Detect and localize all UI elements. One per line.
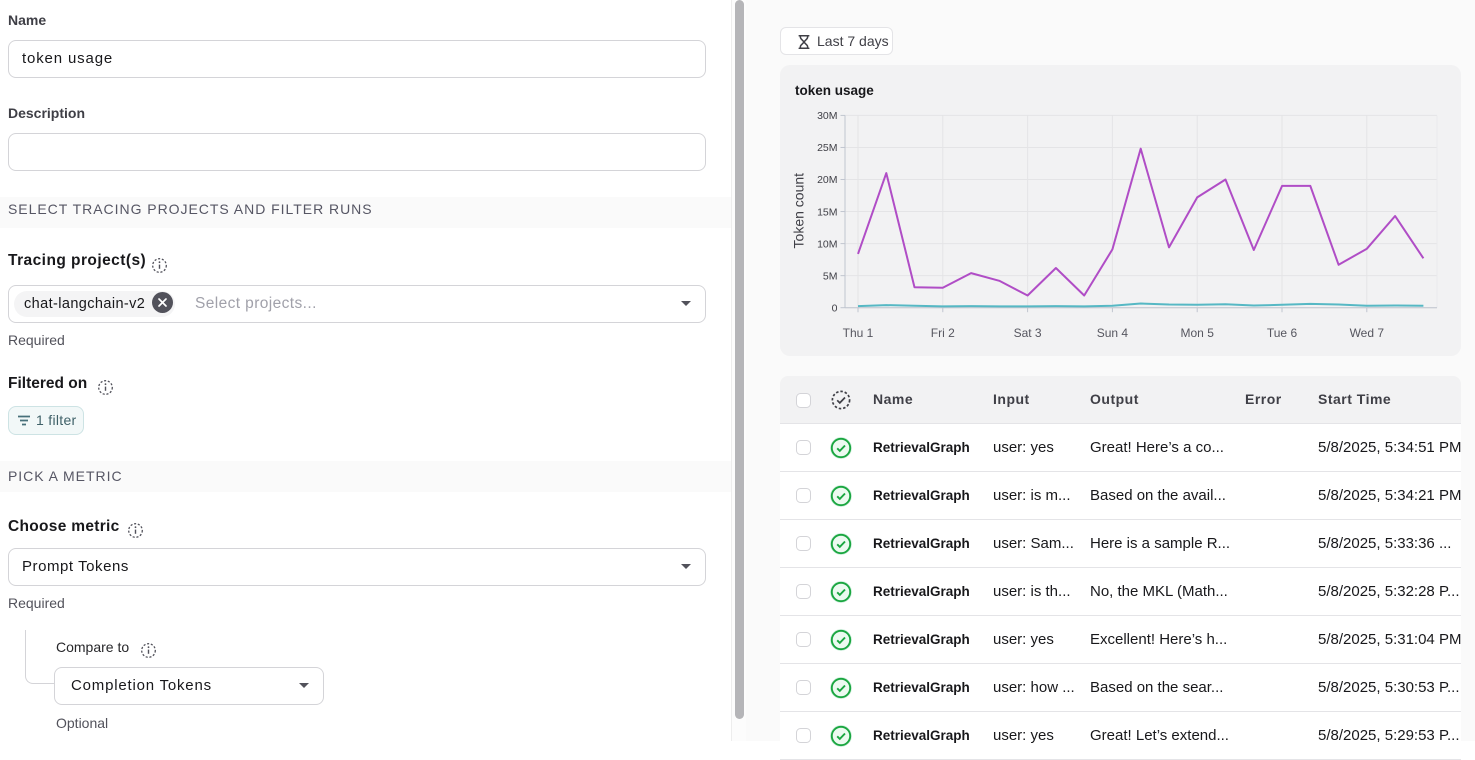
svg-text:15M: 15M	[817, 206, 837, 218]
svg-text:Thu 1: Thu 1	[843, 326, 874, 340]
svg-text:10M: 10M	[817, 238, 837, 250]
svg-text:0: 0	[832, 302, 838, 314]
svg-text:Fri 2: Fri 2	[931, 326, 955, 340]
svg-text:Sat 3: Sat 3	[1014, 326, 1042, 340]
svg-text:Tue 6: Tue 6	[1267, 326, 1298, 340]
svg-text:Wed 7: Wed 7	[1350, 326, 1385, 340]
svg-text:25M: 25M	[817, 142, 837, 154]
svg-text:30M: 30M	[817, 110, 837, 122]
svg-text:Token count: Token count	[791, 173, 807, 249]
svg-text:5M: 5M	[823, 270, 838, 282]
svg-text:Mon 5: Mon 5	[1181, 326, 1215, 340]
svg-text:Sun 4: Sun 4	[1097, 326, 1129, 340]
svg-text:20M: 20M	[817, 174, 837, 186]
